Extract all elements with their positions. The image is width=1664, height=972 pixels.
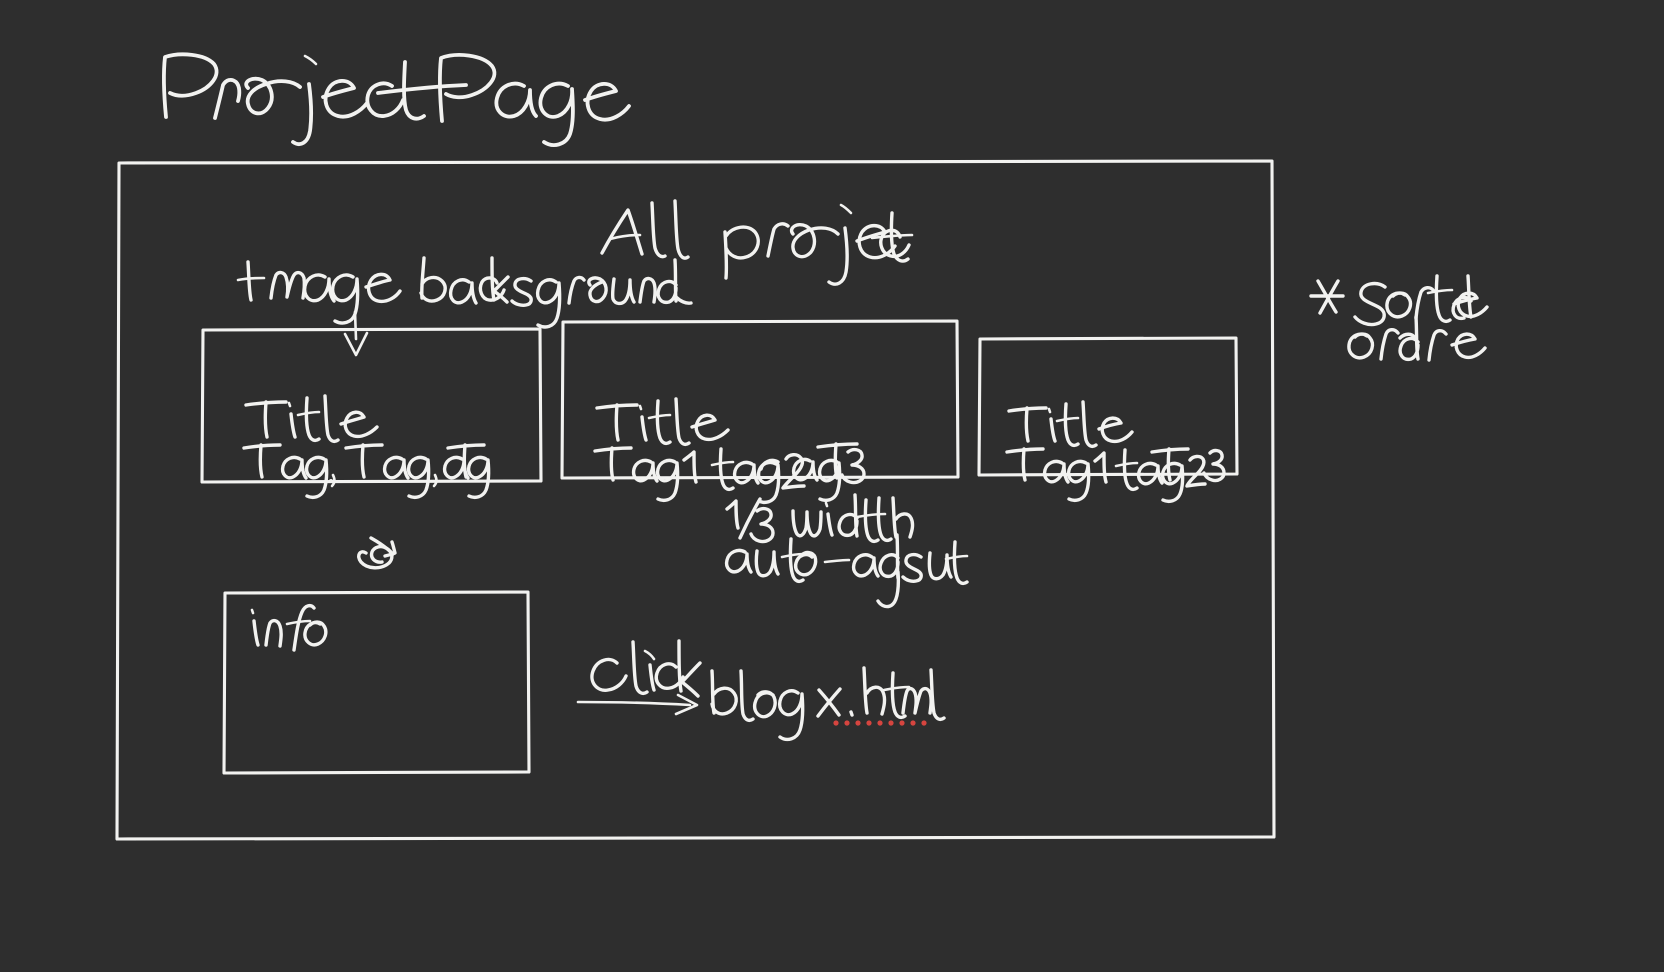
sketch-canvas: Project Page All project Image backgroun… bbox=[0, 0, 1664, 972]
page-frame bbox=[117, 161, 1274, 839]
